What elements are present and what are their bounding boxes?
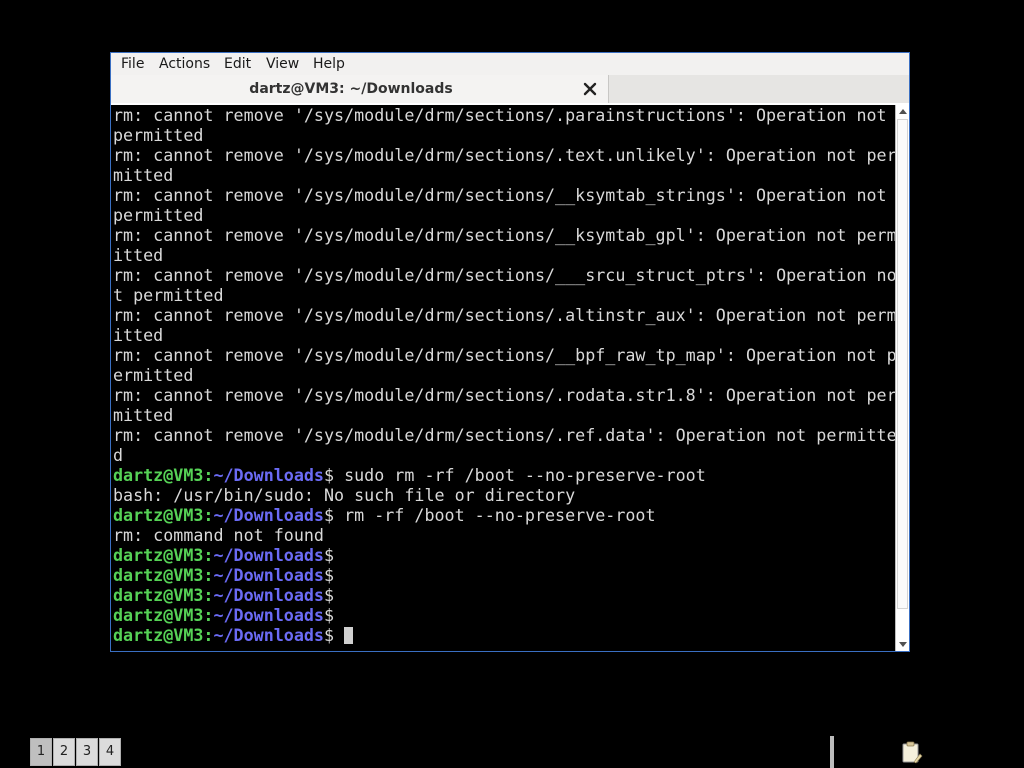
prompt-line: dartz@VM3:~/Downloads$ rm -rf /boot --no… bbox=[113, 505, 895, 525]
output-line: permitted bbox=[113, 205, 204, 225]
prompt-separator: : bbox=[203, 505, 214, 525]
workspace-button-2[interactable]: 2 bbox=[53, 738, 75, 766]
output-line: bash: /usr/bin/sudo: No such file or dir… bbox=[113, 485, 576, 505]
prompt-line: dartz@VM3:~/Downloads$ sudo rm -rf /boot… bbox=[113, 465, 895, 485]
prompt-user: dartz@VM3 bbox=[113, 585, 204, 605]
prompt-line: dartz@VM3:~/Downloads$ bbox=[113, 605, 895, 625]
tab-terminal[interactable]: dartz@VM3: ~/Downloads bbox=[111, 75, 609, 103]
arrow-up-icon[interactable] bbox=[897, 106, 909, 118]
prompt-symbol: $ bbox=[323, 465, 335, 485]
output-line: rm: cannot remove '/sys/module/drm/secti… bbox=[113, 265, 895, 285]
prompt-user: dartz@VM3 bbox=[113, 505, 204, 525]
menu-actions[interactable]: Actions bbox=[159, 55, 210, 73]
prompt-path: ~/Downloads bbox=[213, 505, 324, 525]
output-line: mitted bbox=[113, 405, 174, 425]
prompt-separator: : bbox=[203, 545, 214, 565]
output-line: d bbox=[113, 445, 124, 465]
output-line: rm: command not found bbox=[113, 525, 324, 545]
arrow-down-icon[interactable] bbox=[897, 638, 909, 650]
output-line: itted bbox=[113, 245, 164, 265]
prompt-separator: : bbox=[203, 465, 214, 485]
output-line: t permitted bbox=[113, 285, 224, 305]
prompt-user: dartz@VM3 bbox=[113, 465, 204, 485]
tray-divider bbox=[830, 736, 834, 768]
command-text: sudo rm -rf /boot --no-preserve-root bbox=[334, 465, 706, 485]
menu-edit[interactable]: Edit bbox=[224, 55, 251, 73]
prompt-separator: : bbox=[203, 605, 214, 625]
scrollbar[interactable] bbox=[895, 105, 909, 651]
menu-help[interactable]: Help bbox=[313, 55, 345, 73]
terminal-lines: rm: cannot remove '/sys/module/drm/secti… bbox=[113, 105, 895, 645]
prompt-line: dartz@VM3:~/Downloads$ bbox=[113, 585, 895, 605]
output-line: rm: cannot remove '/sys/module/drm/secti… bbox=[113, 425, 895, 445]
text-cursor bbox=[344, 627, 354, 644]
output-line: rm: cannot remove '/sys/module/drm/secti… bbox=[113, 385, 895, 405]
workspace-button-4[interactable]: 4 bbox=[99, 738, 121, 766]
tab-bar: dartz@VM3: ~/Downloads bbox=[111, 75, 909, 103]
prompt-symbol: $ bbox=[323, 625, 335, 645]
prompt-path: ~/Downloads bbox=[213, 465, 324, 485]
tab-title: dartz@VM3: ~/Downloads bbox=[249, 81, 453, 97]
output-line: rm: cannot remove '/sys/module/drm/secti… bbox=[113, 105, 887, 125]
menu-view[interactable]: View bbox=[266, 55, 299, 73]
workspace-button-1[interactable]: 1 bbox=[30, 738, 52, 766]
prompt-symbol: $ bbox=[323, 565, 335, 585]
output-line: rm: cannot remove '/sys/module/drm/secti… bbox=[113, 305, 895, 325]
prompt-path: ~/Downloads bbox=[213, 625, 324, 645]
prompt-path: ~/Downloads bbox=[213, 545, 324, 565]
command-text bbox=[334, 625, 344, 645]
prompt-user: dartz@VM3 bbox=[113, 625, 204, 645]
output-line: rm: cannot remove '/sys/module/drm/secti… bbox=[113, 185, 887, 205]
prompt-path: ~/Downloads bbox=[213, 565, 324, 585]
scroll-thumb[interactable] bbox=[897, 119, 908, 609]
output-line: rm: cannot remove '/sys/module/drm/secti… bbox=[113, 345, 895, 365]
menu-file[interactable]: File bbox=[121, 55, 144, 73]
output-line: ermitted bbox=[113, 365, 194, 385]
output-line: permitted bbox=[113, 125, 204, 145]
prompt-line: dartz@VM3:~/Downloads$ bbox=[113, 565, 895, 585]
prompt-symbol: $ bbox=[323, 545, 335, 565]
clipboard-icon[interactable] bbox=[900, 740, 924, 764]
prompt-user: dartz@VM3 bbox=[113, 565, 204, 585]
prompt-separator: : bbox=[203, 585, 214, 605]
output-line: mitted bbox=[113, 165, 174, 185]
output-line: rm: cannot remove '/sys/module/drm/secti… bbox=[113, 145, 895, 165]
terminal-output[interactable]: rm: cannot remove '/sys/module/drm/secti… bbox=[111, 105, 895, 651]
workspace-button-3[interactable]: 3 bbox=[76, 738, 98, 766]
prompt-line: dartz@VM3:~/Downloads$ bbox=[113, 625, 895, 645]
prompt-user: dartz@VM3 bbox=[113, 545, 204, 565]
menu-bar: File Actions Edit View Help bbox=[111, 53, 909, 75]
prompt-symbol: $ bbox=[323, 605, 335, 625]
prompt-symbol: $ bbox=[323, 585, 335, 605]
prompt-user: dartz@VM3 bbox=[113, 605, 204, 625]
prompt-separator: : bbox=[203, 625, 214, 645]
prompt-separator: : bbox=[203, 565, 214, 585]
close-icon[interactable] bbox=[581, 80, 599, 98]
output-line: itted bbox=[113, 325, 164, 345]
output-line: rm: cannot remove '/sys/module/drm/secti… bbox=[113, 225, 895, 245]
prompt-path: ~/Downloads bbox=[213, 585, 324, 605]
terminal-window: File Actions Edit View Help dartz@VM3: ~… bbox=[110, 52, 910, 652]
prompt-line: dartz@VM3:~/Downloads$ bbox=[113, 545, 895, 565]
prompt-path: ~/Downloads bbox=[213, 605, 324, 625]
prompt-symbol: $ bbox=[323, 505, 335, 525]
command-text: rm -rf /boot --no-preserve-root bbox=[334, 505, 656, 525]
